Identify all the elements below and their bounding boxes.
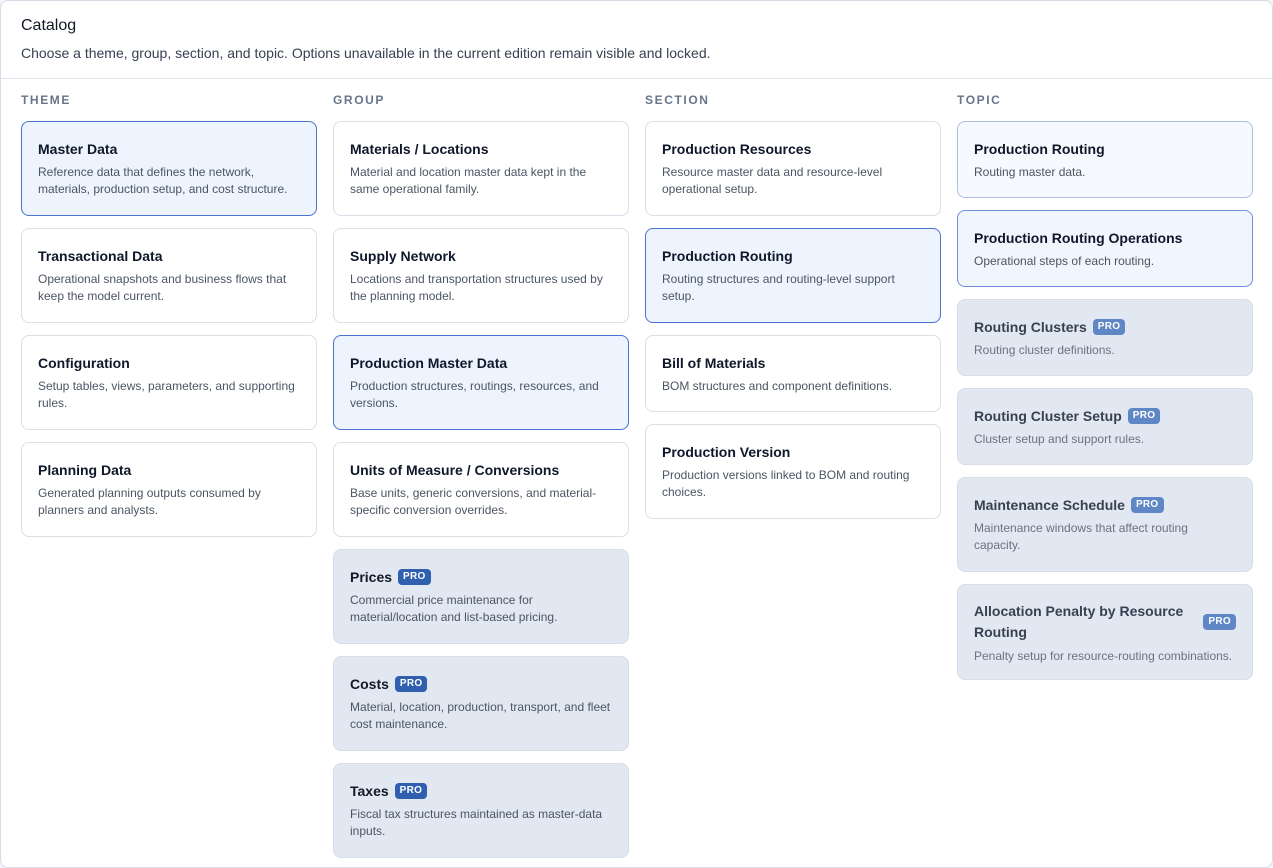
card-title: Bill of Materials (662, 355, 766, 371)
pro-badge: PRO (1127, 408, 1161, 424)
card-title: Transactional Data (38, 248, 163, 264)
group-card-production-master-data[interactable]: Production Master Data Production struct… (333, 335, 629, 430)
section-card-production-resources[interactable]: Production Resources Resource master dat… (645, 121, 941, 216)
topic-column-label: TOPIC (957, 93, 1002, 107)
card-description: Cluster setup and support rules. (974, 432, 1145, 446)
section-card-production-routing[interactable]: Production Routing Routing structures an… (645, 228, 941, 323)
card-title: Units of Measure / Conversions (350, 462, 560, 478)
card-description: Base units, generic conversions, and mat… (350, 486, 597, 517)
card-title: Routing Cluster Setup (974, 408, 1122, 424)
card-description: Production versions linked to BOM and ro… (662, 468, 910, 499)
card-title: Maintenance Schedule (974, 497, 1125, 513)
card-description: Material, location, production, transpor… (350, 700, 611, 731)
topic-card-routing-cluster-setup-locked: Routing Cluster Setup PRO Cluster setup … (957, 388, 1253, 465)
pro-badge: PRO (394, 783, 428, 799)
theme-card-master-data[interactable]: Master Data Reference data that defines … (21, 121, 317, 216)
topic-card-routing-clusters-locked: Routing Clusters PRO Routing cluster def… (957, 299, 1253, 376)
card-title: Planning Data (38, 462, 132, 478)
card-title: Supply Network (350, 248, 456, 264)
card-description: Fiscal tax structures maintained as mast… (350, 807, 603, 838)
card-title: Materials / Locations (350, 141, 489, 157)
theme-card-transactional-data[interactable]: Transactional Data Operational snapshots… (21, 228, 317, 323)
page-title: Catalog (21, 17, 77, 34)
pro-badge: PRO (1130, 497, 1164, 513)
card-title: Production Master Data (350, 355, 508, 371)
topic-card-production-routing[interactable]: Production Routing Routing master data. (957, 121, 1253, 198)
card-title: Production Routing (662, 248, 793, 264)
card-description: Routing structures and routing-level sup… (662, 272, 895, 303)
topic-card-production-routing-operations[interactable]: Production Routing Operations Operationa… (957, 210, 1253, 287)
card-description: Operational steps of each routing. (974, 254, 1155, 268)
catalog-header: Catalog Choose a theme, group, section, … (1, 1, 1272, 79)
card-description: BOM structures and component definitions… (662, 379, 893, 393)
card-description: Material and location master data kept i… (350, 165, 587, 196)
theme-card-configuration[interactable]: Configuration Setup tables, views, param… (21, 335, 317, 430)
theme-card-planning-data[interactable]: Planning Data Generated planning outputs… (21, 442, 317, 537)
card-description: Routing master data. (974, 165, 1086, 179)
catalog-panel: Catalog Choose a theme, group, section, … (0, 0, 1273, 868)
card-title: Allocation Penalty by Resource Routing (974, 603, 1184, 640)
topic-card-allocation-penalty-locked: Allocation Penalty by Resource Routing P… (957, 584, 1253, 680)
section-card-production-version[interactable]: Production Version Production versions l… (645, 424, 941, 519)
group-column-label: GROUP (333, 93, 386, 107)
card-description: Operational snapshots and business flows… (38, 272, 287, 303)
card-description: Locations and transportation structures … (350, 272, 603, 303)
pro-badge: PRO (1203, 614, 1236, 630)
section-column-label: SECTION (645, 93, 710, 107)
card-title: Master Data (38, 141, 118, 157)
group-card-taxes-locked: Taxes PRO Fiscal tax structures maintain… (333, 763, 629, 858)
card-description: Routing cluster definitions. (974, 343, 1115, 357)
theme-column: THEME Master Data Reference data that de… (21, 93, 317, 537)
topic-column: TOPIC Production Routing Routing master … (957, 93, 1253, 680)
card-description: Commercial price maintenance for materia… (350, 593, 558, 624)
card-title: Costs (350, 676, 389, 692)
group-column: GROUP Materials / Locations Material and… (333, 93, 629, 858)
section-column: SECTION Production Resources Resource ma… (645, 93, 941, 519)
card-title: Production Version (662, 444, 791, 460)
group-card-materials-locations[interactable]: Materials / Locations Material and locat… (333, 121, 629, 216)
group-card-units-of-measure[interactable]: Units of Measure / Conversions Base unit… (333, 442, 629, 537)
card-title: Routing Clusters (974, 319, 1087, 335)
pro-badge: PRO (398, 569, 431, 585)
page-subtitle: Choose a theme, group, section, and topi… (21, 45, 711, 61)
pro-badge: PRO (394, 676, 428, 692)
card-title: Production Routing (974, 141, 1105, 157)
card-title: Taxes (350, 783, 389, 799)
group-card-supply-network[interactable]: Supply Network Locations and transportat… (333, 228, 629, 323)
pro-badge: PRO (1092, 319, 1126, 335)
group-card-prices-locked: Prices PRO Commercial price maintenance … (333, 549, 629, 644)
card-title: Production Resources (662, 141, 812, 157)
card-title: Production Routing Operations (974, 230, 1183, 246)
card-description: Setup tables, views, parameters, and sup… (38, 379, 295, 410)
topic-card-maintenance-schedule-locked: Maintenance Schedule PRO Maintenance win… (957, 477, 1253, 572)
card-description: Reference data that defines the network,… (38, 165, 288, 196)
group-card-costs-locked: Costs PRO Material, location, production… (333, 656, 629, 751)
card-description: Maintenance windows that affect routing … (974, 521, 1188, 552)
card-description: Generated planning outputs consumed by p… (38, 486, 261, 517)
section-card-bill-of-materials[interactable]: Bill of Materials BOM structures and com… (645, 335, 941, 412)
card-description: Penalty setup for resource-routing combi… (974, 649, 1233, 663)
card-title: Prices (350, 569, 393, 585)
card-title: Configuration (38, 355, 130, 371)
card-description: Resource master data and resource-level … (662, 165, 883, 196)
theme-column-label: THEME (21, 93, 71, 107)
card-description: Production structures, routings, resourc… (350, 379, 599, 410)
